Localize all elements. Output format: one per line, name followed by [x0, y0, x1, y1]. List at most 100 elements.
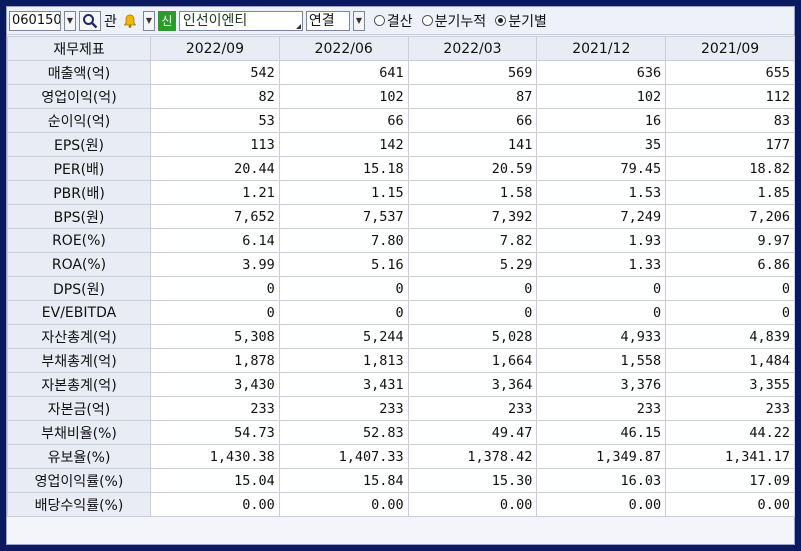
row-label: 부채비율(%) — [7, 420, 151, 445]
alert-dropdown-button[interactable]: ▼ — [142, 10, 155, 31]
table-cell: 82 — [150, 84, 280, 109]
radio-annual[interactable]: 결산 — [373, 11, 413, 31]
table-cell: 113 — [150, 132, 280, 157]
table-row[interactable]: 자본총계(억) 3,430 3,431 3,364 3,376 3,355 — [7, 372, 795, 397]
table-cell: 3.99 — [150, 252, 280, 277]
table-row[interactable]: ROA(%) 3.99 5.16 5.29 1.33 6.86 — [7, 252, 795, 277]
financial-table: 재무제표 2022/09 2022/06 2022/03 2021/12 202… — [7, 36, 795, 517]
table-row[interactable]: BPS(원) 7,652 7,537 7,392 7,249 7,206 — [7, 204, 795, 229]
company-name-field[interactable]: 인선이엔티 — [178, 10, 303, 31]
table-row[interactable]: 영업이익률(%) 15.04 15.84 15.30 16.03 17.09 — [7, 468, 795, 493]
row-label: 자산총계(억) — [7, 324, 151, 349]
column-header[interactable]: 2021/09 — [665, 36, 795, 61]
table-cell: 0.00 — [407, 492, 538, 517]
row-label: BPS(원) — [7, 204, 151, 229]
table-cell: 0.00 — [536, 492, 667, 517]
table-cell: 1,378.42 — [407, 444, 538, 469]
table-cell: 20.44 — [150, 156, 280, 181]
gwan-label[interactable]: 관 — [104, 11, 117, 31]
table-cell: 1,558 — [536, 348, 667, 373]
table-cell: 1,664 — [407, 348, 538, 373]
table-cell: 7,392 — [407, 204, 538, 229]
table-cell: 0.00 — [150, 492, 280, 517]
table-cell: 1.53 — [536, 180, 667, 205]
table-cell: 3,376 — [536, 372, 667, 397]
table-cell: 1,484 — [665, 348, 795, 373]
table-cell: 1,341.17 — [665, 444, 795, 469]
table-row[interactable]: 자본금(억) 233 233 233 233 233 — [7, 396, 795, 421]
alert-button[interactable] — [120, 11, 140, 31]
table-cell: 5,028 — [407, 324, 538, 349]
table-row[interactable]: PBR(배) 1.21 1.15 1.58 1.53 1.85 — [7, 180, 795, 205]
table-cell: 569 — [407, 60, 538, 85]
table-cell: 636 — [536, 60, 667, 85]
row-label: ROA(%) — [7, 252, 151, 277]
table-cell: 3,431 — [278, 372, 409, 397]
table-row[interactable]: 부채비율(%) 54.73 52.83 49.47 46.15 44.22 — [7, 420, 795, 445]
table-cell: 233 — [665, 396, 795, 421]
table-row[interactable]: EPS(원) 113 142 141 35 177 — [7, 132, 795, 157]
table-cell: 0 — [536, 300, 667, 325]
table-cell: 7,206 — [665, 204, 795, 229]
column-header[interactable]: 2022/03 — [407, 36, 538, 61]
column-header[interactable]: 2022/09 — [150, 36, 280, 61]
table-cell: 641 — [278, 60, 409, 85]
table-cell: 1,349.87 — [536, 444, 667, 469]
chevron-down-icon: ▼ — [66, 16, 74, 25]
table-cell: 7,652 — [150, 204, 280, 229]
row-label: 순이익(억) — [7, 108, 151, 133]
radio-quarter-cumulative[interactable]: 분기누적 — [421, 11, 486, 31]
table-row[interactable]: 부채총계(억) 1,878 1,813 1,664 1,558 1,484 — [7, 348, 795, 373]
table-cell: 44.22 — [665, 420, 795, 445]
code-dropdown-button[interactable]: ▼ — [64, 10, 76, 31]
table-cell: 6.14 — [150, 228, 280, 253]
search-button[interactable] — [79, 10, 101, 31]
table-cell: 0.00 — [278, 492, 409, 517]
row-label: 부채총계(억) — [7, 348, 151, 373]
row-label: 자본총계(억) — [7, 372, 151, 397]
consolidation-dropdown-button[interactable]: ▼ — [352, 10, 365, 31]
radio-selected-icon — [495, 15, 507, 26]
table-cell: 3,364 — [407, 372, 538, 397]
column-header[interactable]: 2022/06 — [278, 36, 409, 61]
row-label: 영업이익(억) — [7, 84, 151, 109]
table-cell: 52.83 — [278, 420, 409, 445]
table-cell: 1.58 — [407, 180, 538, 205]
table-cell: 0 — [665, 276, 795, 301]
radio-quarterly[interactable]: 분기별 — [495, 11, 547, 31]
chevron-down-icon: ▼ — [355, 16, 362, 25]
table-cell: 35 — [536, 132, 667, 157]
row-label: 매출액(억) — [7, 60, 151, 85]
table-cell: 7.82 — [407, 228, 538, 253]
table-cell: 1.15 — [278, 180, 409, 205]
table-row[interactable]: EV/EBITDA 0 0 0 0 0 — [7, 300, 795, 325]
column-header[interactable]: 2021/12 — [536, 36, 667, 61]
table-cell: 3,355 — [665, 372, 795, 397]
table-cell: 15.84 — [278, 468, 409, 493]
table-row[interactable]: 유보율(%) 1,430.38 1,407.33 1,378.42 1,349.87 1,… — [7, 444, 795, 469]
table-row[interactable]: 배당수익률(%) 0.00 0.00 0.00 0.00 0.00 — [7, 492, 795, 517]
table-cell: 5,308 — [150, 324, 280, 349]
table-cell: 1,878 — [150, 348, 280, 373]
table-cell: 87 — [407, 84, 538, 109]
consolidation-select[interactable]: 연결 — [305, 10, 350, 31]
table-cell: 233 — [536, 396, 667, 421]
radio-circle-icon — [373, 15, 385, 26]
table-cell: 112 — [665, 84, 795, 109]
table-row[interactable]: 매출액(억) 542 641 569 636 655 — [7, 60, 795, 85]
table-row[interactable]: 순이익(억) 53 66 66 16 83 — [7, 108, 795, 133]
row-label: PER(배) — [7, 156, 151, 181]
stock-code-input[interactable]: 060150 — [9, 10, 61, 31]
table-row[interactable]: 자산총계(억) 5,308 5,244 5,028 4,933 4,839 — [7, 324, 795, 349]
table-row[interactable]: ROE(%) 6.14 7.80 7.82 1.93 9.97 — [7, 228, 795, 253]
table-cell: 15.18 — [278, 156, 409, 181]
table-cell: 0 — [665, 300, 795, 325]
table-cell: 0 — [278, 300, 409, 325]
table-row[interactable]: DPS(원) 0 0 0 0 0 — [7, 276, 795, 301]
table-row[interactable]: PER(배) 20.44 15.18 20.59 79.45 18.82 — [7, 156, 795, 181]
table-cell: 142 — [278, 132, 409, 157]
table-cell: 79.45 — [536, 156, 667, 181]
table-cell: 7,537 — [278, 204, 409, 229]
table-cell: 15.04 — [150, 468, 280, 493]
table-row[interactable]: 영업이익(억) 82 102 87 102 112 — [7, 84, 795, 109]
